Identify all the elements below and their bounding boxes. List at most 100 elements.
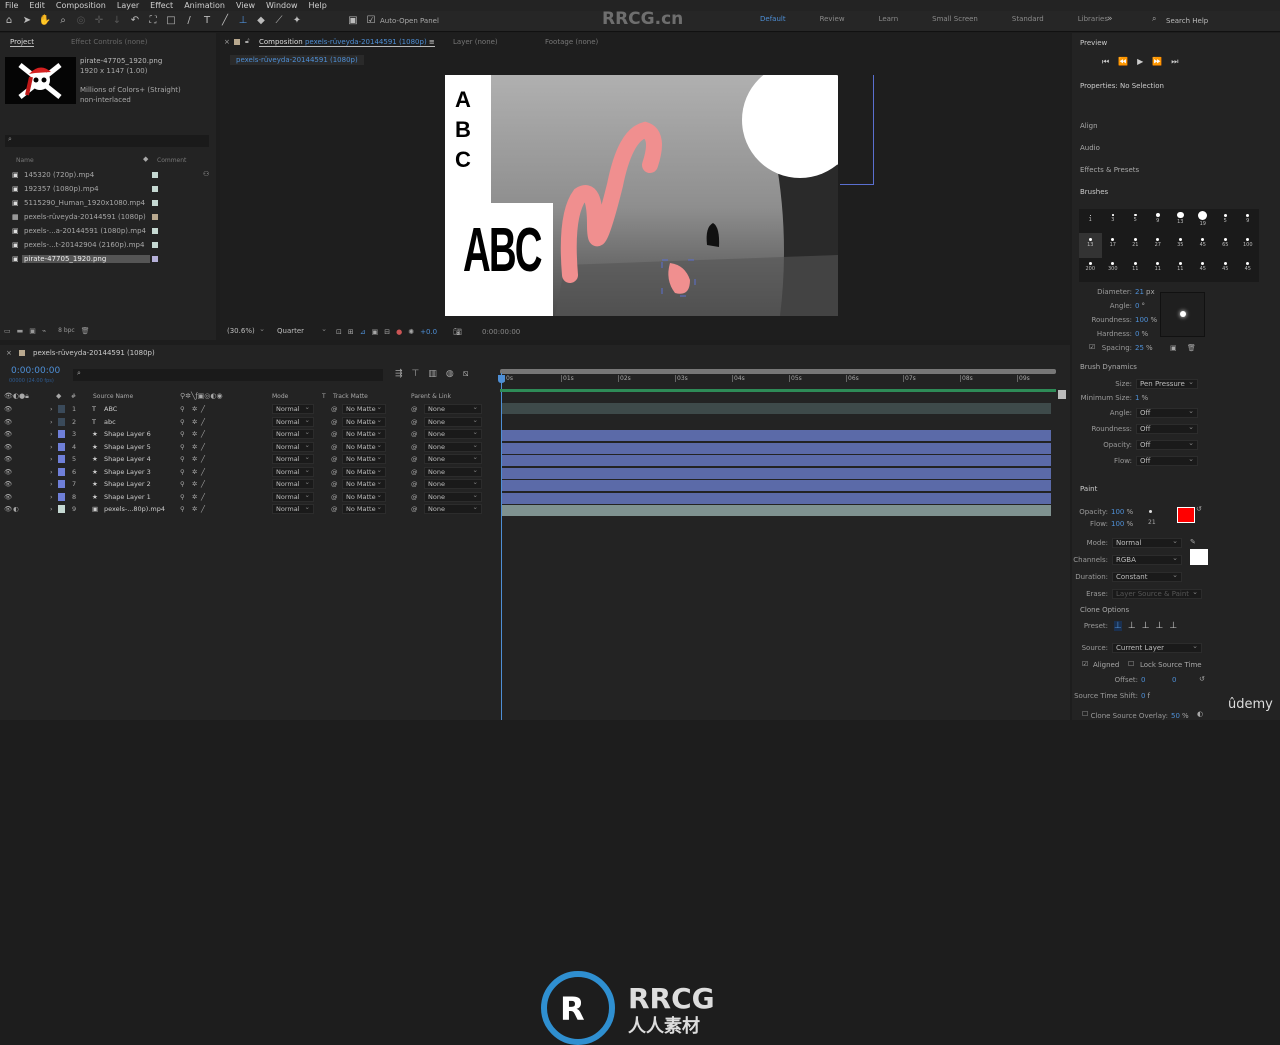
background-color-swatch[interactable] — [1177, 507, 1195, 523]
layer-label-swatch[interactable] — [58, 405, 65, 413]
shy-icon[interactable]: ⚲ — [180, 480, 185, 488]
layer-name[interactable]: Shape Layer 2 — [104, 480, 151, 488]
track-matte-dropdown[interactable]: No Matte — [342, 441, 386, 452]
project-item[interactable]: ▦ pexels-rüveyda-20144591 (1080p) — [12, 211, 202, 223]
expand-chevron-icon[interactable]: › — [50, 480, 53, 488]
prev-frame-icon[interactable]: ⏪ — [1118, 57, 1128, 67]
menu-help[interactable]: Help — [309, 1, 327, 10]
menu-file[interactable]: File — [5, 1, 18, 10]
menu-view[interactable]: View — [236, 1, 255, 10]
new-folder-icon[interactable]: ▬ — [17, 327, 24, 335]
layer-row[interactable]: 👁︎ › 2 Tabc ⚲ ✲ ╱ Normal @ No Matte @ None — [0, 416, 495, 429]
visibility-eye-icon[interactable]: 👁︎ — [4, 443, 12, 451]
layer-track-bar[interactable] — [502, 467, 1051, 479]
visibility-eye-icon[interactable]: 👁︎ — [4, 505, 12, 513]
pickwhip-icon[interactable]: @ — [331, 418, 338, 426]
layer-track-bar[interactable] — [502, 442, 1051, 454]
parent-dropdown[interactable]: None — [424, 416, 482, 427]
brush-preset[interactable]: 65 — [1214, 233, 1237, 257]
collapse-icon[interactable]: ✲ — [192, 405, 197, 413]
orbit-tool-icon[interactable]: ◎ — [74, 14, 88, 28]
brush-preset[interactable]: 11 — [1147, 258, 1170, 282]
layer-row[interactable]: 👁︎ › 6 ★ Shape Layer 3 ⚲ ✲ ╱ Normal @ No Matte @ Non… — [0, 466, 495, 479]
expand-chevron-icon[interactable]: › — [50, 493, 53, 501]
layer-row[interactable]: 👁︎ › 8 ★ Shape Layer 1 ⚲ ✲ ╱ Normal @ No Matte @ Non… — [0, 491, 495, 504]
parent-pickwhip-icon[interactable]: @ — [411, 430, 418, 438]
mode-dropdown[interactable]: Normal — [272, 416, 314, 427]
collapse-icon[interactable]: ✲ — [192, 430, 197, 438]
eraser-tool-icon[interactable]: ◆ — [254, 14, 268, 28]
layer-label-swatch[interactable] — [58, 480, 65, 488]
value-offset_x[interactable]: 0 — [1141, 676, 1145, 684]
label-swatch[interactable] — [152, 186, 158, 192]
tab-composition[interactable]: Composition pexels-rüveyda-20144591 (108… — [259, 38, 435, 47]
delete-brush-icon[interactable]: 🗑 — [1187, 344, 1196, 352]
new-brush-icon[interactable]: ▣ — [1170, 344, 1177, 352]
brush-preset[interactable]: 27 — [1147, 233, 1170, 257]
parent-dropdown[interactable]: None — [424, 478, 482, 489]
expand-chevron-icon[interactable]: › — [50, 405, 53, 413]
layer-label-swatch[interactable] — [58, 492, 65, 501]
visibility-eye-icon[interactable]: 👁︎ — [4, 430, 12, 438]
layer-label-swatch[interactable] — [58, 430, 65, 438]
brush-preset[interactable]: 9 — [1147, 209, 1170, 233]
resolution-dropdown[interactable]: Quarter — [274, 325, 330, 337]
comp-timecode[interactable]: 0:00:00:00 — [482, 328, 520, 336]
track-matte-dropdown[interactable]: No Matte — [342, 503, 386, 514]
type-tool-icon[interactable]: T — [200, 14, 214, 28]
brush-preset[interactable]: 45 — [1192, 233, 1215, 257]
parent-dropdown[interactable]: None — [424, 428, 482, 439]
layer-track-bar[interactable] — [502, 455, 1051, 466]
tab-footage[interactable]: Footage (none) — [545, 38, 598, 46]
brush-preset[interactable]: 45 — [1214, 258, 1237, 282]
audio-panel[interactable]: Audio — [1080, 144, 1100, 152]
quality-icon[interactable]: ╱ — [201, 493, 205, 501]
col-comment[interactable]: Comment — [157, 157, 186, 164]
flowchart-icon[interactable]: ⚇ — [203, 170, 209, 178]
parent-pickwhip-icon[interactable]: @ — [411, 405, 418, 413]
parent-pickwhip-icon[interactable]: @ — [411, 505, 418, 513]
paint-panel-title[interactable]: Paint — [1080, 485, 1097, 493]
project-item[interactable]: ▣ 192357 (1080p).mp4 — [12, 183, 202, 195]
layer-label-swatch[interactable] — [58, 505, 65, 513]
track-matte-dropdown[interactable]: No Matte — [342, 416, 386, 427]
dropdown-channels[interactable]: RGBA — [1112, 554, 1182, 565]
close-timeline-icon[interactable]: × — [6, 349, 12, 357]
layer-name[interactable]: abc — [104, 418, 116, 426]
timeline-comp-tab[interactable]: pexels-rüveyda-20144591 (1080p) — [33, 349, 155, 357]
collapse-icon[interactable]: ✲ — [192, 468, 197, 476]
flowchart-button-icon[interactable]: ⌁ — [42, 327, 46, 335]
brush-preset[interactable]: 5 — [1214, 209, 1237, 233]
dolly-tool-icon[interactable]: ↓ — [110, 14, 124, 28]
col-source-name[interactable]: Source Name — [93, 393, 133, 400]
snapshot-icon[interactable]: 📷︎ — [453, 328, 462, 336]
clone-preset-1-icon[interactable]: ⊥ — [1114, 621, 1122, 631]
menu-effect[interactable]: Effect — [150, 1, 173, 10]
track-matte-dropdown[interactable]: No Matte — [342, 403, 386, 414]
layer-row[interactable]: 👁︎ › 7 ★ Shape Layer 2 ⚲ ✲ ╱ Normal @ No Matte @ Non… — [0, 478, 495, 491]
value-diameter[interactable]: 21 — [1135, 288, 1144, 296]
expand-chevron-icon[interactable]: › — [50, 455, 53, 463]
close-tab-icon[interactable]: × — [224, 38, 230, 46]
parent-dropdown[interactable]: None — [424, 453, 482, 464]
menu-edit[interactable]: Edit — [29, 1, 45, 10]
menu-composition[interactable]: Composition — [56, 1, 106, 10]
pickwhip-icon[interactable]: @ — [331, 455, 338, 463]
brush-preset[interactable]: 45 — [1192, 258, 1215, 282]
region-of-interest-icon[interactable]: ▣ — [372, 328, 379, 336]
overlay-checkbox[interactable]: ☐ — [1082, 710, 1088, 718]
swap-colors-icon[interactable]: ↺ — [1196, 505, 1202, 513]
mode-dropdown[interactable]: Normal — [272, 403, 314, 414]
home-icon[interactable]: ⌂ — [2, 14, 16, 28]
search-help-input[interactable]: Search Help — [1166, 17, 1276, 25]
collapse-icon[interactable]: ✲ — [192, 480, 197, 488]
parent-dropdown[interactable]: None — [424, 491, 482, 502]
tab-project[interactable]: Project — [10, 38, 34, 47]
menu-animation[interactable]: Animation — [184, 1, 225, 10]
layer-row[interactable]: 👁︎ › 3 ★ Shape Layer 6 ⚲ ✲ ╱ Normal @ No Matte @ Non… — [0, 428, 495, 441]
layer-name[interactable]: Shape Layer 1 — [104, 493, 151, 501]
transparency-grid-icon[interactable]: ⊞ — [348, 328, 354, 336]
layer-name[interactable]: Shape Layer 5 — [104, 443, 151, 451]
brush-preset[interactable]: 35 — [1169, 233, 1192, 257]
pen-tool-icon[interactable]: / — [182, 14, 196, 28]
